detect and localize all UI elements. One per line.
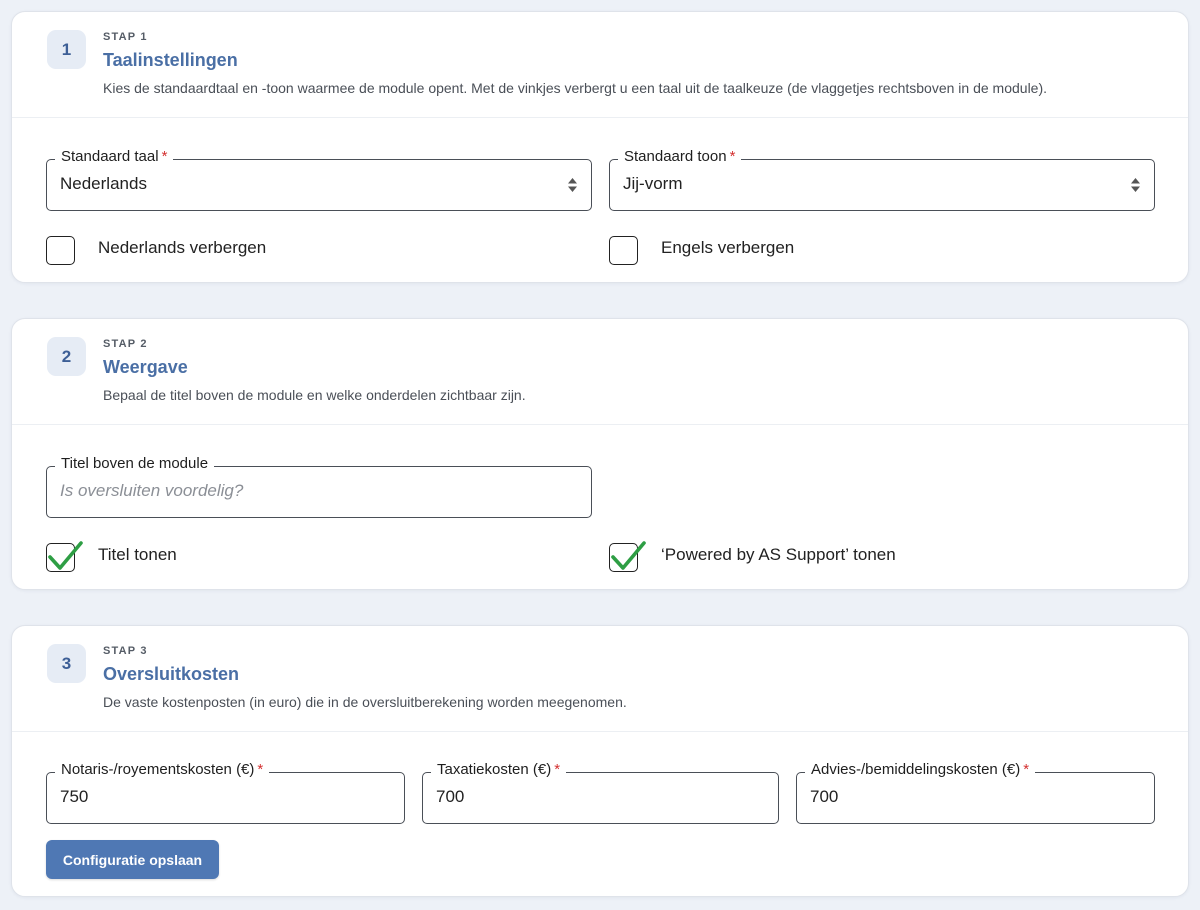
- step-1-title: Taalinstellingen: [103, 50, 238, 70]
- select-arrows-icon: [1131, 178, 1140, 192]
- step-3-header: 3 STAP 3 Oversluitkosten De vaste kosten…: [12, 626, 1188, 732]
- default-tone-value: Jij-vorm: [623, 174, 683, 193]
- step-1-description: Kies de standaardtaal en -toon waarmee d…: [103, 80, 1048, 96]
- step-1-card: 1 STAP 1 Taalinstellingen Kies de standa…: [11, 11, 1189, 283]
- default-language-label: Standaard taal *: [55, 147, 174, 167]
- valuation-costs-input[interactable]: Taxatiekosten (€) * 700: [422, 760, 779, 824]
- step-1-eyebrow: STAP 1: [103, 31, 148, 43]
- required-marker: *: [554, 761, 561, 778]
- hide-dutch-checkbox[interactable]: [46, 236, 75, 265]
- notary-costs-label: Notaris-/royementskosten (€) *: [55, 760, 270, 780]
- required-marker: *: [161, 148, 168, 165]
- step-2-eyebrow: STAP 2: [103, 338, 148, 350]
- show-title-label: Titel tonen: [98, 545, 177, 564]
- step-2-card: 2 STAP 2 Weergave Bepaal de titel boven …: [11, 318, 1189, 590]
- valuation-costs-label: Taxatiekosten (€) *: [431, 760, 567, 780]
- notary-costs-input[interactable]: Notaris-/royementskosten (€) * 750: [46, 760, 405, 824]
- step-3-description: De vaste kostenposten (in euro) die in d…: [103, 694, 627, 710]
- module-title-input[interactable]: Titel boven de module Is oversluiten voo…: [46, 454, 592, 518]
- show-title-checkbox[interactable]: [46, 541, 83, 572]
- default-tone-select[interactable]: Standaard toon * Jij-vorm: [609, 147, 1155, 211]
- module-title-label: Titel boven de module: [55, 454, 215, 474]
- default-language-value: Nederlands: [60, 174, 147, 193]
- hide-dutch-label: Nederlands verbergen: [98, 238, 267, 257]
- step-2-description: Bepaal de titel boven de module en welke…: [103, 387, 526, 403]
- step-3-card: 3 STAP 3 Oversluitkosten De vaste kosten…: [11, 625, 1189, 897]
- step-1-number-badge: 1: [47, 30, 86, 69]
- required-marker: *: [257, 761, 264, 778]
- default-tone-label: Standaard toon *: [618, 147, 742, 167]
- advice-costs-label: Advies-/bemiddelingskosten (€) *: [805, 760, 1036, 780]
- checkmark-icon: [48, 541, 83, 570]
- step-3-number-badge: 3: [47, 644, 86, 683]
- advice-costs-value: 700: [810, 787, 839, 806]
- hide-english-checkbox[interactable]: [609, 236, 638, 265]
- module-title-placeholder: Is oversluiten voordelig?: [60, 481, 244, 500]
- step-3-title: Oversluitkosten: [103, 664, 240, 684]
- step-2-header: 2 STAP 2 Weergave Bepaal de titel boven …: [12, 319, 1188, 425]
- checkmark-icon: [611, 541, 646, 570]
- step-3-eyebrow: STAP 3: [103, 645, 148, 657]
- select-arrows-icon: [568, 178, 577, 192]
- notary-costs-value: 750: [60, 787, 89, 806]
- show-powered-by-label: ‘Powered by AS Support’ tonen: [661, 545, 896, 564]
- hide-english-label: Engels verbergen: [661, 238, 795, 257]
- valuation-costs-value: 700: [436, 787, 465, 806]
- default-language-select[interactable]: Standaard taal * Nederlands: [46, 147, 592, 211]
- step-2-number-badge: 2: [47, 337, 86, 376]
- save-configuration-button[interactable]: Configuratie opslaan: [46, 840, 219, 879]
- show-powered-by-checkbox[interactable]: [609, 541, 646, 572]
- step-1-header: 1 STAP 1 Taalinstellingen Kies de standa…: [12, 12, 1188, 118]
- required-marker: *: [1023, 761, 1030, 778]
- step-2-title: Weergave: [103, 357, 188, 377]
- advice-costs-input[interactable]: Advies-/bemiddelingskosten (€) * 700: [796, 760, 1155, 824]
- required-marker: *: [729, 148, 736, 165]
